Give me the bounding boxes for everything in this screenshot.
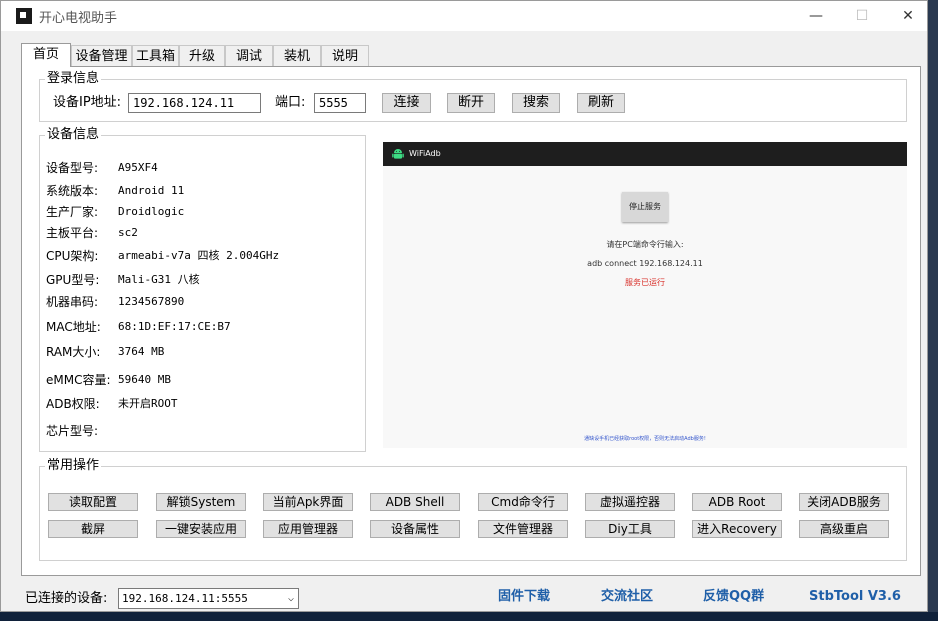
connected-device-label: 已连接的设备:	[25, 591, 108, 606]
desktop-taskbar-edge	[0, 612, 938, 621]
version-link[interactable]: StbTool V3.6	[809, 589, 901, 605]
info-label: RAM大小:	[46, 345, 101, 359]
tab-device-management[interactable]: 设备管理	[71, 45, 132, 66]
info-row-mac: MAC地址: 68:1D:EF:17:CE:B7	[46, 319, 231, 335]
info-value: 68:1D:EF:17:CE:B7	[118, 320, 231, 333]
stop-service-button[interactable]: 停止服务	[622, 192, 668, 222]
tab-toolbox[interactable]: 工具箱	[132, 45, 179, 66]
current-apk-button[interactable]: 当前Apk界面	[263, 493, 353, 511]
diy-tools-button[interactable]: Diy工具	[585, 520, 675, 538]
maximize-button[interactable]: ☐	[839, 1, 885, 31]
phone-app-bar: WiFiAdb	[383, 142, 907, 166]
device-info-group: 设备信息 设备型号: A95XF4 系统版本: Android 11 生产厂家: Dr…	[39, 127, 366, 452]
app-manager-button[interactable]: 应用管理器	[263, 520, 353, 538]
info-row-board: 主板平台: sc2	[46, 225, 138, 241]
operations-group-title: 常用操作	[45, 458, 102, 474]
chevron-down-icon[interactable]: ⌵	[288, 589, 294, 608]
phone-command-text: adb connect 192.168.124.11	[587, 259, 703, 268]
info-value: 3764 MB	[118, 345, 165, 358]
connected-device-select[interactable]: 192.168.124.11:5555 ⌵	[118, 588, 299, 609]
one-click-install-button[interactable]: 一键安装应用	[156, 520, 246, 538]
info-label: MAC地址:	[46, 320, 101, 334]
firmware-download-link[interactable]: 固件下载	[498, 589, 550, 605]
info-row-gpu: GPU型号: Mali-G31 八核	[46, 272, 200, 288]
community-link[interactable]: 交流社区	[601, 589, 653, 605]
info-label: GPU型号:	[46, 273, 100, 287]
info-value: armeabi-v7a 四核 2.004GHz	[118, 249, 280, 262]
info-value: 59640 MB	[118, 373, 171, 386]
phone-app-title: WiFiAdb	[409, 149, 441, 158]
info-label: eMMC容量:	[46, 373, 111, 387]
app-window: 开心电视助手 — ☐ ✕ 首页 设备管理 工具箱 升级 调试 装机 说明 登录信…	[0, 0, 928, 612]
operations-group: 常用操作	[39, 458, 907, 561]
title-bar: 开心电视助手 — ☐ ✕	[1, 1, 927, 31]
adb-root-button[interactable]: ADB Root	[692, 493, 782, 511]
tab-upgrade[interactable]: 升级	[179, 45, 225, 66]
info-value: 1234567890	[118, 295, 185, 308]
feedback-qq-link[interactable]: 反馈QQ群	[703, 589, 764, 605]
search-button[interactable]: 搜索	[512, 93, 560, 113]
device-properties-button[interactable]: 设备属性	[370, 520, 460, 538]
read-config-button[interactable]: 读取配置	[48, 493, 138, 511]
ip-input[interactable]: 192.168.124.11	[128, 93, 261, 113]
info-value: Android 11	[118, 184, 185, 197]
disconnect-button[interactable]: 断开	[447, 93, 495, 113]
minimize-button[interactable]: —	[793, 1, 839, 31]
advanced-reboot-button[interactable]: 高级重启	[799, 520, 889, 538]
refresh-button[interactable]: 刷新	[577, 93, 625, 113]
info-row-adb-permission: ADB权限: 未开启ROOT	[46, 396, 178, 412]
desktop-background	[928, 0, 938, 621]
cmd-button[interactable]: Cmd命令行	[478, 493, 568, 511]
screenshot-button[interactable]: 截屏	[48, 520, 138, 538]
unlock-system-button[interactable]: 解锁System	[156, 493, 246, 511]
connected-device-value: 192.168.124.11:5555	[122, 592, 248, 605]
info-label: CPU架构:	[46, 249, 99, 263]
port-input[interactable]: 5555	[314, 93, 366, 113]
app-icon	[16, 8, 32, 24]
enter-recovery-button[interactable]: 进入Recovery	[692, 520, 782, 538]
window-title: 开心电视助手	[39, 11, 118, 26]
info-row-cpu: CPU架构: armeabi-v7a 四核 2.004GHz	[46, 248, 279, 264]
info-label: 系统版本:	[46, 184, 99, 198]
info-value: sc2	[118, 226, 138, 239]
connect-button[interactable]: 连接	[382, 93, 431, 113]
info-label: 生产厂家:	[46, 205, 99, 219]
tab-help[interactable]: 说明	[321, 45, 369, 66]
info-value: 未开启ROOT	[118, 397, 178, 410]
device-info-group-title: 设备信息	[45, 127, 102, 143]
close-button[interactable]: ✕	[885, 1, 931, 31]
info-value: Droidlogic	[118, 205, 185, 218]
info-row-os-version: 系统版本: Android 11	[46, 183, 184, 199]
login-group-title: 登录信息	[45, 71, 102, 87]
tab-debug[interactable]: 调试	[225, 45, 273, 66]
info-label: 主板平台:	[46, 226, 99, 240]
device-screen-preview: WiFiAdb 停止服务 请在PC端命令行输入: adb connect 192…	[383, 142, 907, 448]
info-row-serial: 机器串码: 1234567890	[46, 294, 184, 310]
info-row-chip-model: 芯片型号:	[46, 423, 98, 439]
info-row-model: 设备型号: A95XF4	[46, 160, 158, 176]
close-adb-service-button[interactable]: 关闭ADB服务	[799, 493, 889, 511]
info-row-ram: RAM大小: 3764 MB	[46, 344, 164, 360]
info-row-emmc: eMMC容量: 59640 MB	[46, 372, 171, 388]
adb-shell-button[interactable]: ADB Shell	[370, 493, 460, 511]
info-label: 设备型号:	[46, 161, 99, 175]
port-label: 端口:	[275, 95, 306, 110]
phone-prompt-text: 请在PC端命令行输入:	[606, 240, 684, 249]
phone-status-text: 服务已运行	[625, 278, 665, 287]
tab-install[interactable]: 装机	[273, 45, 321, 66]
phone-footer-note: 通缺设手机已经获取root权限，否则无法启动Adb服务!	[584, 436, 706, 442]
info-value: Mali-G31 八核	[118, 273, 200, 286]
tab-home[interactable]: 首页	[21, 43, 71, 67]
file-manager-button[interactable]: 文件管理器	[478, 520, 568, 538]
info-label: 芯片型号:	[46, 424, 99, 438]
info-row-manufacturer: 生产厂家: Droidlogic	[46, 204, 184, 220]
info-label: 机器串码:	[46, 295, 99, 309]
virtual-remote-button[interactable]: 虚拟遥控器	[585, 493, 675, 511]
info-value: A95XF4	[118, 161, 158, 174]
ip-label: 设备IP地址:	[53, 95, 122, 110]
info-label: ADB权限:	[46, 397, 100, 411]
android-icon	[392, 149, 404, 159]
